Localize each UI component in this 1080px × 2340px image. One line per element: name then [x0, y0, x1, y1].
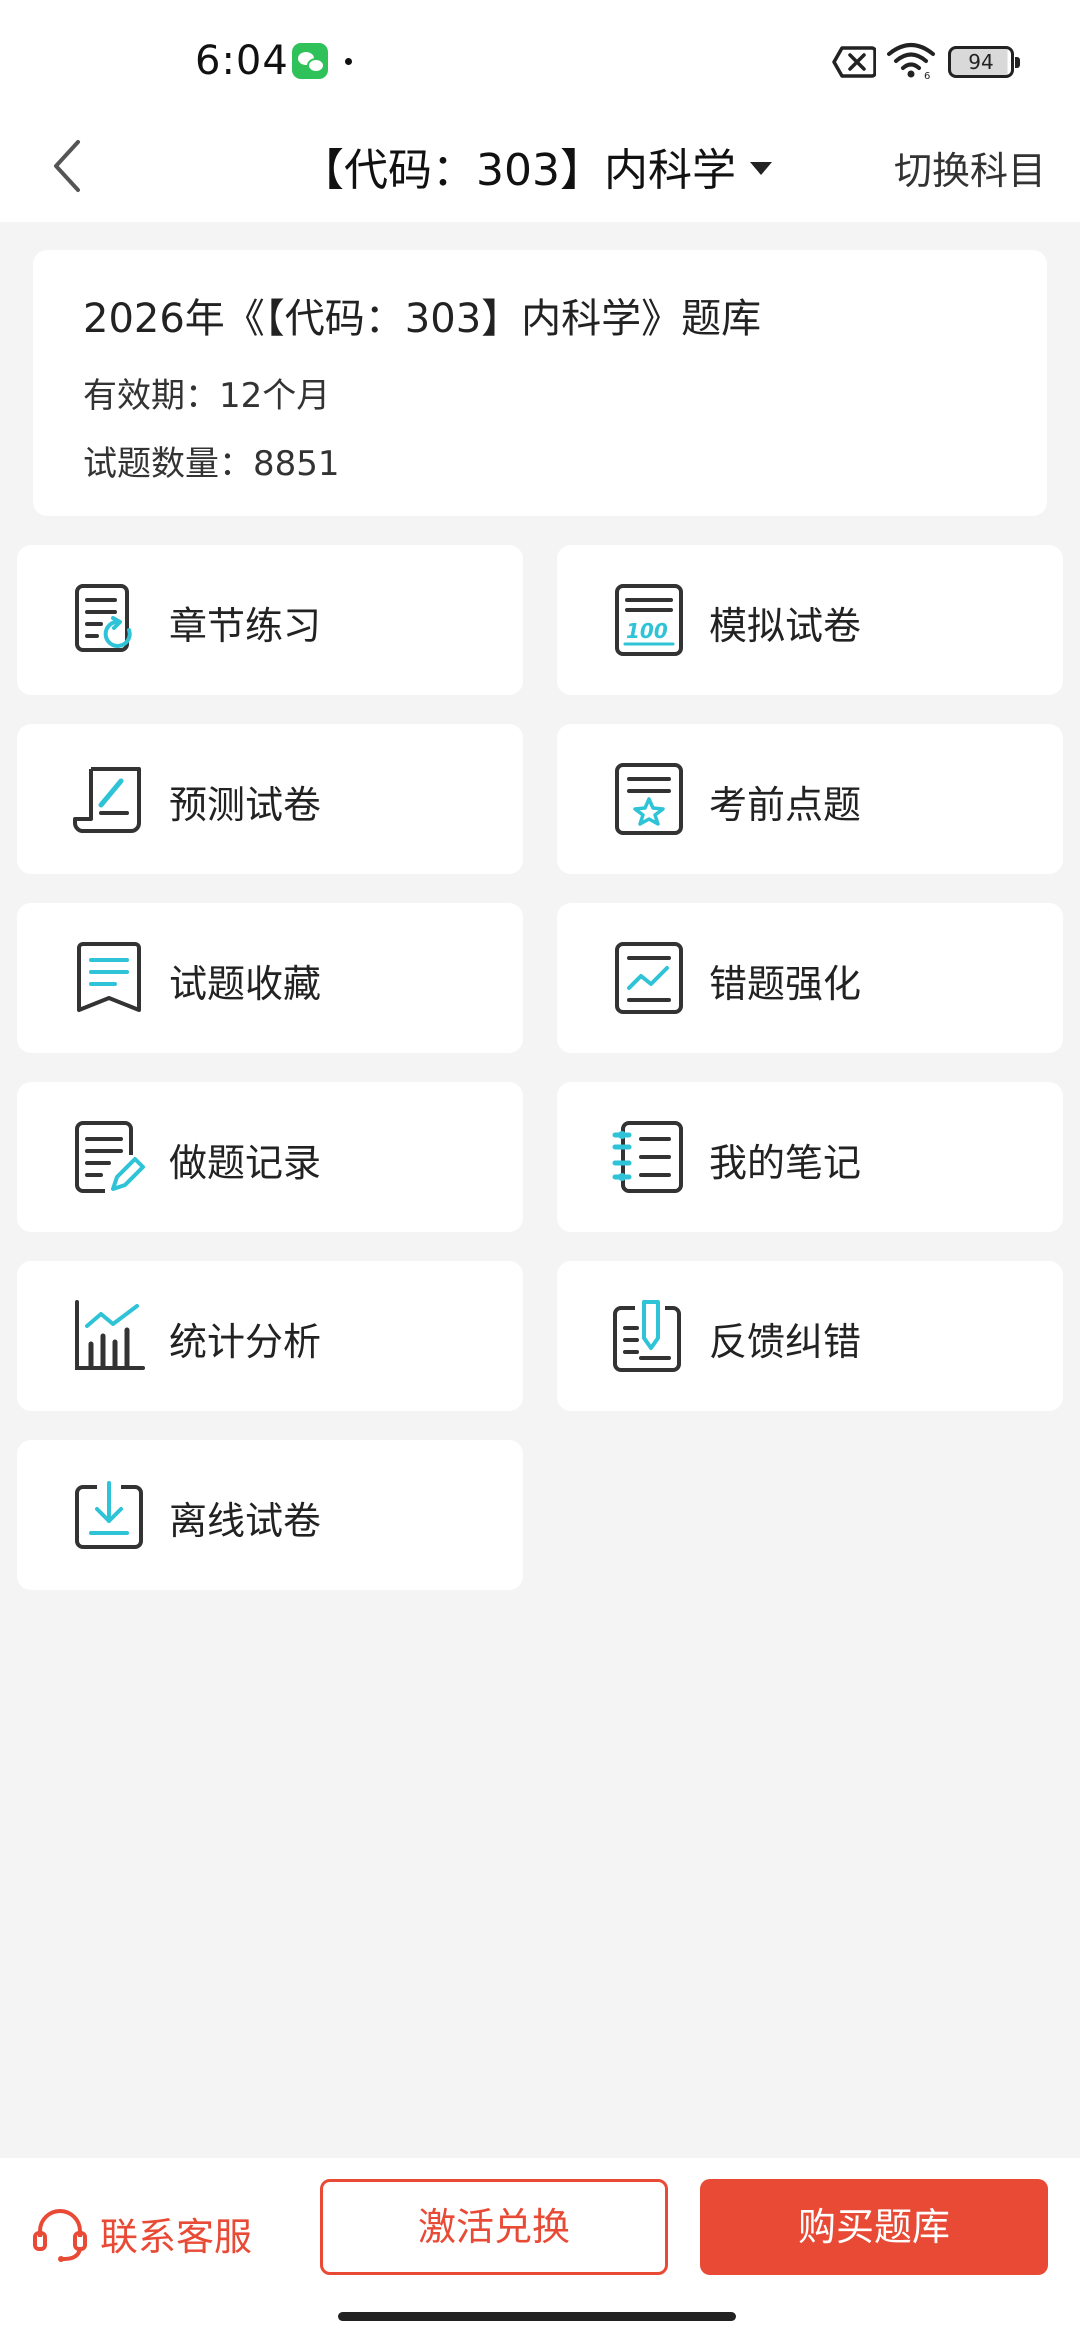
wifi-icon: 6	[887, 43, 935, 80]
tile-pre-exam-highlights[interactable]: 考前点题	[557, 724, 1063, 874]
prediction-paper-icon	[73, 767, 141, 833]
tile-label: 章节练习	[169, 604, 322, 648]
svg-text:100: 100	[626, 619, 668, 643]
tile-feedback[interactable]: 反馈纠错	[557, 1261, 1063, 1411]
mock-exam-icon: 100	[615, 584, 683, 656]
question-bank-title: 2026年《【代码：303】内科学》题库	[83, 296, 762, 342]
tile-label: 反馈纠错	[709, 1320, 862, 1364]
contact-service-button[interactable]: 联系客服	[30, 2198, 252, 2268]
buy-question-bank-button[interactable]: 购买题库	[700, 2179, 1048, 2275]
tile-label: 预测试卷	[169, 783, 322, 827]
tile-label: 离线试卷	[169, 1499, 322, 1543]
download-icon	[75, 1481, 143, 1549]
wechat-icon	[292, 43, 328, 79]
tile-my-notes[interactable]: 我的笔记	[557, 1082, 1063, 1232]
status-time: 6:04	[195, 38, 289, 84]
pre-exam-star-icon	[615, 763, 683, 835]
feedback-pen-icon	[613, 1300, 681, 1372]
activate-redeem-button[interactable]: 激活兑换	[320, 2179, 668, 2275]
tile-practice-record[interactable]: 做题记录	[17, 1082, 523, 1232]
tile-label: 试题收藏	[169, 962, 322, 1006]
headset-icon	[33, 2209, 87, 2262]
battery-icon: 94	[948, 46, 1020, 78]
question-count-text: 试题数量：8851	[83, 444, 340, 484]
svg-text:6: 6	[924, 71, 930, 80]
status-bar: 6:04 6 94	[0, 0, 1080, 110]
chapter-practice-icon	[75, 584, 132, 652]
tile-chapter-practice[interactable]: 章节练习	[17, 545, 523, 695]
tile-label: 做题记录	[169, 1141, 322, 1185]
validity-text: 有效期：12个月	[83, 376, 331, 416]
tile-label: 统计分析	[169, 1320, 322, 1364]
switch-subject-button[interactable]: 切换科目	[894, 140, 1046, 195]
bookmark-icon	[77, 942, 141, 1012]
bar-chart-icon	[75, 1300, 145, 1370]
record-edit-icon	[75, 1121, 145, 1193]
notification-dot	[345, 58, 352, 65]
home-indicator[interactable]	[338, 2312, 736, 2321]
tile-label: 考前点题	[709, 783, 862, 827]
back-button[interactable]	[40, 130, 96, 202]
subject-selector[interactable]: 【代码：303】内科学	[300, 128, 772, 204]
tile-label: 错题强化	[709, 962, 862, 1006]
tile-offline-paper[interactable]: 离线试卷	[17, 1440, 523, 1590]
page-title: 【代码：303】内科学	[300, 145, 736, 196]
tile-label: 模拟试卷	[709, 604, 862, 648]
notebook-icon	[612, 1121, 683, 1193]
trend-chart-icon	[615, 942, 683, 1014]
tile-statistics[interactable]: 统计分析	[17, 1261, 523, 1411]
sim-off-icon	[832, 46, 876, 78]
tile-mock-exam[interactable]: 100 模拟试卷	[557, 545, 1063, 695]
question-bank-info-card: 2026年《【代码：303】内科学》题库 有效期：12个月 试题数量：8851	[33, 250, 1047, 516]
tile-label: 我的笔记	[709, 1141, 862, 1185]
contact-service-label: 联系客服	[100, 2214, 253, 2259]
tile-wrong-questions[interactable]: 错题强化	[557, 903, 1063, 1053]
tile-prediction-paper[interactable]: 预测试卷	[17, 724, 523, 874]
tile-favorites[interactable]: 试题收藏	[17, 903, 523, 1053]
caret-down-icon	[749, 161, 772, 175]
header: 【代码：303】内科学 切换科目	[0, 110, 1080, 222]
